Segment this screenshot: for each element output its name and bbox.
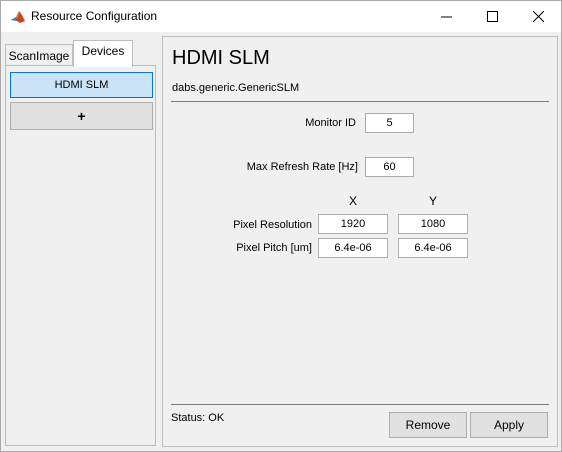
pixel-resolution-y-field[interactable]: 1080 — [398, 214, 468, 234]
max-refresh-label: Max Refresh Rate [Hz] — [246, 161, 358, 173]
column-x-header: X — [348, 194, 357, 208]
device-list-item-label: HDMI SLM — [54, 79, 109, 91]
client-area: ScanImage Devices HDMI SLM + HDMI SLM da… — [1, 32, 561, 451]
monitor-id-label: Monitor ID — [305, 117, 356, 129]
maximize-button[interactable] — [469, 1, 515, 32]
device-list-item[interactable]: HDMI SLM — [10, 72, 153, 98]
pixel-pitch-label: Pixel Pitch [um] — [236, 242, 312, 254]
tab-scanimage[interactable]: ScanImage — [5, 44, 73, 67]
pixel-resolution-label: Pixel Resolution — [233, 219, 312, 231]
close-icon — [532, 11, 544, 22]
minimize-button[interactable] — [423, 1, 469, 32]
pixel-pitch-y-field[interactable]: 6.4e-06 — [398, 238, 468, 258]
tab-devices[interactable]: Devices — [73, 40, 133, 67]
minimize-icon — [440, 16, 452, 18]
window-title: Resource Configuration — [31, 9, 158, 23]
header-divider — [171, 101, 549, 102]
maximize-icon — [486, 11, 498, 22]
device-class: dabs.generic.GenericSLM — [172, 82, 300, 94]
device-title: HDMI SLM — [172, 47, 270, 69]
matlab-app-icon — [10, 9, 26, 25]
max-refresh-field[interactable]: 60 — [365, 157, 414, 177]
apply-button[interactable]: Apply — [470, 412, 548, 438]
title-bar[interactable]: Resource Configuration — [1, 1, 561, 32]
close-button[interactable] — [515, 1, 561, 32]
add-device-button[interactable]: + — [10, 102, 153, 130]
footer-divider — [171, 404, 549, 405]
status-text: Status: OK — [171, 412, 225, 424]
pixel-resolution-x-field[interactable]: 1920 — [318, 214, 388, 234]
monitor-id-field[interactable]: 5 — [365, 113, 414, 133]
pixel-pitch-x-field[interactable]: 6.4e-06 — [318, 238, 388, 258]
device-config-panel: HDMI SLM dabs.generic.GenericSLM Monitor… — [162, 36, 558, 447]
plus-icon: + — [77, 108, 86, 124]
sidebar-panel: ScanImage Devices HDMI SLM + — [5, 40, 156, 446]
resource-configuration-window: Resource Configuration ScanImage Devices… — [0, 0, 562, 452]
remove-button[interactable]: Remove — [389, 412, 467, 438]
column-y-header: Y — [428, 194, 437, 208]
